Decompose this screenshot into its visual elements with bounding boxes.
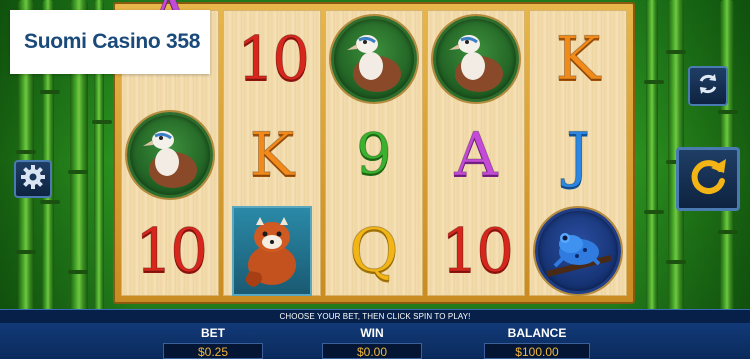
settings-button[interactable]	[14, 160, 52, 198]
spin-button[interactable]	[676, 147, 740, 211]
balance-display: BALANCE $100.00	[484, 325, 590, 359]
reel-symbol: 9	[326, 107, 422, 203]
vulture-symbol-icon	[127, 112, 213, 198]
balance-label: BALANCE	[507, 326, 567, 340]
reel-5: K J	[529, 10, 627, 296]
brand-name: Suomi Casino 358	[24, 30, 201, 53]
symbol-queen: Q	[349, 216, 399, 286]
win-value: $0.00	[322, 343, 422, 359]
spin-arrow-icon	[686, 155, 730, 204]
bottom-stats-panel: BET $0.25 WIN $0.00 BALANCE $100.00	[0, 323, 750, 359]
bet-display[interactable]: BET $0.25	[163, 325, 263, 359]
reel-symbol: K	[530, 11, 626, 107]
reel-symbol: Q	[326, 203, 422, 299]
reel-symbol	[530, 203, 626, 299]
win-display: WIN $0.00	[322, 325, 422, 359]
reel-4: A 10	[427, 10, 525, 296]
symbol-nine: 9	[356, 122, 393, 187]
symbol-jack: J	[565, 120, 591, 190]
instruction-text: CHOOSE YOUR BET, THEN CLICK SPIN TO PLAY…	[279, 312, 471, 321]
symbol-ten: 10	[134, 216, 208, 286]
symbol-king: K	[555, 24, 601, 94]
blue-frog-symbol-icon	[535, 208, 621, 294]
reel-symbol	[326, 11, 422, 107]
symbol-king: K	[249, 120, 295, 190]
balance-value: $100.00	[484, 343, 590, 359]
vulture-symbol-icon	[331, 16, 417, 102]
reel-2: 10 K	[223, 10, 321, 296]
vulture-symbol-icon	[433, 16, 519, 102]
reel-symbol: A	[428, 107, 524, 203]
symbol-ace: A	[454, 120, 498, 190]
reel-symbol	[428, 11, 524, 107]
symbol-ten: 10	[236, 24, 310, 94]
bet-label: BET	[201, 326, 225, 340]
reel-symbol: 10	[122, 203, 218, 299]
reel-3: 9 Q	[325, 10, 423, 296]
instruction-message: CHOOSE YOUR BET, THEN CLICK SPIN TO PLAY…	[0, 309, 750, 323]
reel-symbol: 10	[428, 203, 524, 299]
reel-symbol	[122, 107, 218, 203]
gear-icon	[20, 164, 46, 195]
autoplay-cycle-icon	[695, 71, 721, 102]
reel-symbol: K	[224, 107, 320, 203]
casino-brand-badge: Suomi Casino 358	[10, 10, 210, 74]
autoplay-button[interactable]	[688, 66, 728, 106]
reel-symbol: J	[530, 107, 626, 203]
reel-symbol: 10	[224, 11, 320, 107]
reel-symbol	[224, 203, 320, 299]
symbol-ten: 10	[440, 216, 514, 286]
red-panda-symbol-icon	[232, 206, 312, 296]
win-label: WIN	[360, 326, 384, 340]
bet-value: $0.25	[163, 343, 263, 359]
